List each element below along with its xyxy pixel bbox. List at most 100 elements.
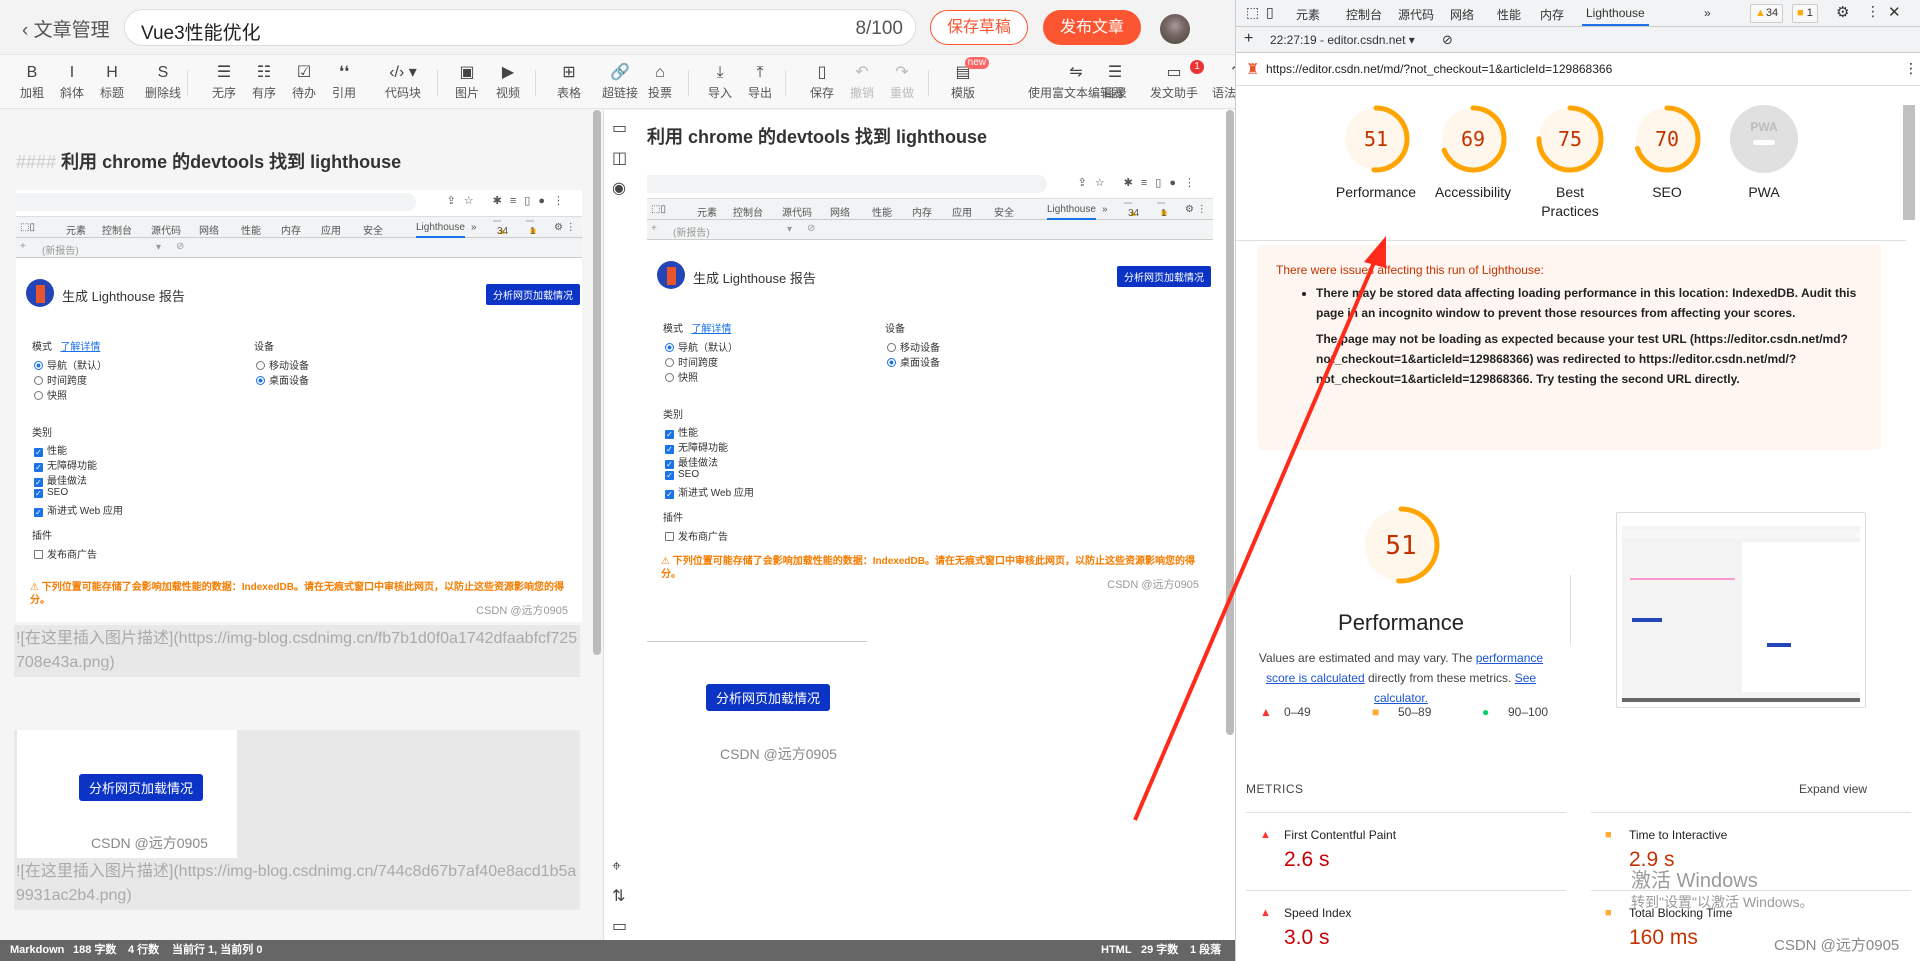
ordered-list-icon: ☷ (256, 64, 272, 81)
plugin-checkbox: 发布商广告 (665, 528, 728, 543)
image-icon: ▣ (459, 64, 475, 81)
preview-scrollbar[interactable] (1226, 110, 1234, 735)
inspect-icon: ⬚▯ (651, 204, 666, 215)
back-to-articles-link[interactable]: ‹ 文章管理 (22, 15, 110, 42)
more-options-icon[interactable]: ⋮ (1866, 3, 1880, 20)
windows-activation-title: 激活 Windows (1631, 870, 1758, 892)
toolbar-unordered-list-button[interactable]: ☰ 无序 (212, 62, 236, 101)
toolbar-divider (437, 70, 438, 96)
editor-scrollbar[interactable] (593, 110, 601, 655)
new-report-plus-icon[interactable]: + (1244, 30, 1253, 48)
category-checkbox: ✓ 无障碍功能 (665, 443, 728, 454)
toolbar-toc-button[interactable]: ☰ 目录 (1103, 62, 1127, 101)
close-icon[interactable]: ✕ (1888, 3, 1901, 21)
report-select[interactable]: 22:27:19 - editor.csdn.net ▾ (1270, 33, 1415, 47)
new-badge: new (964, 57, 990, 69)
devtools-tab[interactable]: 内存 (1540, 6, 1564, 23)
toolbar-table-button[interactable]: ⊞ 表格 (557, 62, 581, 101)
layout-split-icon[interactable]: ◫ (612, 148, 627, 168)
toolbar-divider (688, 70, 689, 96)
publish-button[interactable]: 发布文章 (1043, 10, 1141, 45)
markdown-editor[interactable]: #### 利用 chrome 的devtools 找到 lighthouse ⇪… (0, 110, 603, 940)
devtools-tab[interactable]: 控制台 (1346, 6, 1382, 23)
expand-view-toggle[interactable]: Expand view (1799, 782, 1867, 796)
fail-triangle-icon: ▲ (1260, 705, 1272, 719)
mode-radio: 导航（默认） (34, 357, 107, 372)
run-warnings-box: There were issues affecting this run of … (1258, 245, 1881, 450)
plugin-checkbox: 发布商广告 (34, 546, 97, 561)
report-scrollbar[interactable] (1903, 105, 1915, 220)
devtools-tab[interactable]: Lighthouse (1582, 6, 1649, 26)
more-tabs-icon[interactable]: » (1704, 6, 1711, 20)
report-bar: + (新报告) ▾ ⊘ (647, 220, 1213, 240)
toolbar-link-button[interactable]: 🔗 超链接 (602, 62, 638, 101)
gauge-svg: 51 (1342, 105, 1410, 173)
toolbar-quote-button[interactable]: ❛❛ 引用 (332, 62, 356, 101)
toolbar-assistant-button[interactable]: ▭ 1 发文助手 (1150, 60, 1205, 101)
toolbar-italic-button[interactable]: I 斜体 (60, 62, 84, 101)
toolbar-image-button[interactable]: ▣ 图片 (455, 62, 479, 101)
gauge-svg: 69 (1439, 105, 1507, 173)
devtools-tab[interactable]: 性能 (1497, 6, 1521, 23)
category-checkbox: ✓ SEO (665, 469, 700, 480)
locate-icon[interactable]: ⌖ (612, 858, 621, 876)
markdown-image-link: ![在这里插入图片描述](https://img-blog.csdnimg.cn… (14, 625, 580, 677)
category-checkbox: ✓ 无障碍功能 (34, 461, 97, 472)
panel-title: 生成 Lighthouse 报告 (693, 271, 816, 286)
browser-bar: ⇪☆ ✱≡▯●⋮ (16, 190, 582, 216)
warnings-badge[interactable]: ▲34 (1750, 4, 1784, 23)
report-menu-icon[interactable]: ⋮ (1904, 60, 1918, 77)
devtools-tab: 控制台 (733, 208, 763, 219)
save-draft-button[interactable]: 保存草稿 (930, 10, 1028, 45)
toolbar-code-block-button[interactable]: ‹/› ▾ 代码块 (385, 62, 421, 101)
layout-single-icon[interactable]: ▭ (612, 118, 627, 138)
clear-reports-icon[interactable]: ⊘ (1442, 32, 1453, 48)
toolbar-todo-button[interactable]: ☑ 待办 (292, 62, 316, 101)
category-checkbox: ✓ 最佳做法 (665, 458, 718, 469)
divider (1236, 240, 1906, 241)
device-toolbar-icon[interactable]: ▯ (1266, 4, 1274, 21)
toolbar-undo-button[interactable]: ↶ 撤销 (850, 62, 874, 101)
redo-icon: ↷ (895, 64, 909, 81)
toolbar-video-button[interactable]: ▶ 视频 (496, 62, 520, 101)
toolbar-strikethrough-button[interactable]: S 删除线 (145, 62, 181, 101)
devtools-tab[interactable]: 元素 (1296, 6, 1320, 23)
monitor-icon[interactable]: ▭ (612, 916, 627, 936)
toolbar-save-button[interactable]: ▯ 保存 (810, 62, 834, 101)
status-mode: Markdown (10, 944, 65, 956)
category-checkbox: ✓ 性能 (34, 446, 67, 457)
devtools-tab: 网络 (830, 208, 850, 219)
status-lines: 4 行数 (128, 944, 160, 956)
toolbar-export-button[interactable]: ⤒ 导出 (748, 62, 772, 101)
sync-scroll-icon[interactable]: ⇅ (612, 886, 625, 906)
avatar[interactable] (1160, 14, 1190, 44)
gear-icon[interactable]: ⚙ (1836, 3, 1849, 21)
devtools-tab-bar: ⬚ ▯ » ▲34 ■ 1 ⚙ ⋮ ✕ 元素 控制台 源代码 网络 性能 内存 Lighth… (1236, 0, 1920, 27)
title-char-count: 8/100 (855, 18, 903, 39)
toolbar-redo-button[interactable]: ↷ 重做 (890, 62, 914, 101)
toolbar-label: 目录 (1103, 86, 1128, 100)
gauge-score: 69 (1461, 127, 1485, 151)
issues-badge[interactable]: ■ 1 (1792, 4, 1818, 23)
strikethrough-icon: S (157, 64, 169, 81)
inspect-element-icon[interactable]: ⬚ (1246, 4, 1259, 21)
toolbar-label: 撤销 (850, 86, 875, 100)
status-cursor: 当前行 1, 当前列 0 (172, 944, 263, 956)
toolbar-label: 有序 (252, 86, 277, 100)
divider (647, 641, 867, 642)
toolbar-vote-button[interactable]: ⌂ 投票 (648, 62, 672, 101)
toolbar-bold-button[interactable]: B 加粗 (20, 62, 44, 101)
devtools-tab[interactable]: 源代码 (1398, 6, 1434, 23)
gauge-score: 70 (1655, 127, 1679, 151)
toolbar-heading-button[interactable]: H 标题 (100, 62, 124, 101)
toolbar-template-button[interactable]: ▤ new 模版 (951, 57, 990, 101)
devtools-tab: Lighthouse (1047, 204, 1096, 220)
score-gauge-pwa[interactable]: PWA PWA (1704, 103, 1824, 202)
toolbar-import-button[interactable]: ⤓ 导入 (708, 62, 732, 101)
toolbar-ordered-list-button[interactable]: ☷ 有序 (252, 62, 276, 101)
gauge-score: 51 (1385, 531, 1416, 561)
final-screenshot-thumbnail[interactable] (1616, 512, 1866, 708)
article-title-input[interactable]: Vue3性能优化 8/100 (124, 9, 916, 46)
preview-eye-icon[interactable]: ◉ (612, 178, 626, 198)
devtools-tab[interactable]: 网络 (1450, 6, 1474, 23)
